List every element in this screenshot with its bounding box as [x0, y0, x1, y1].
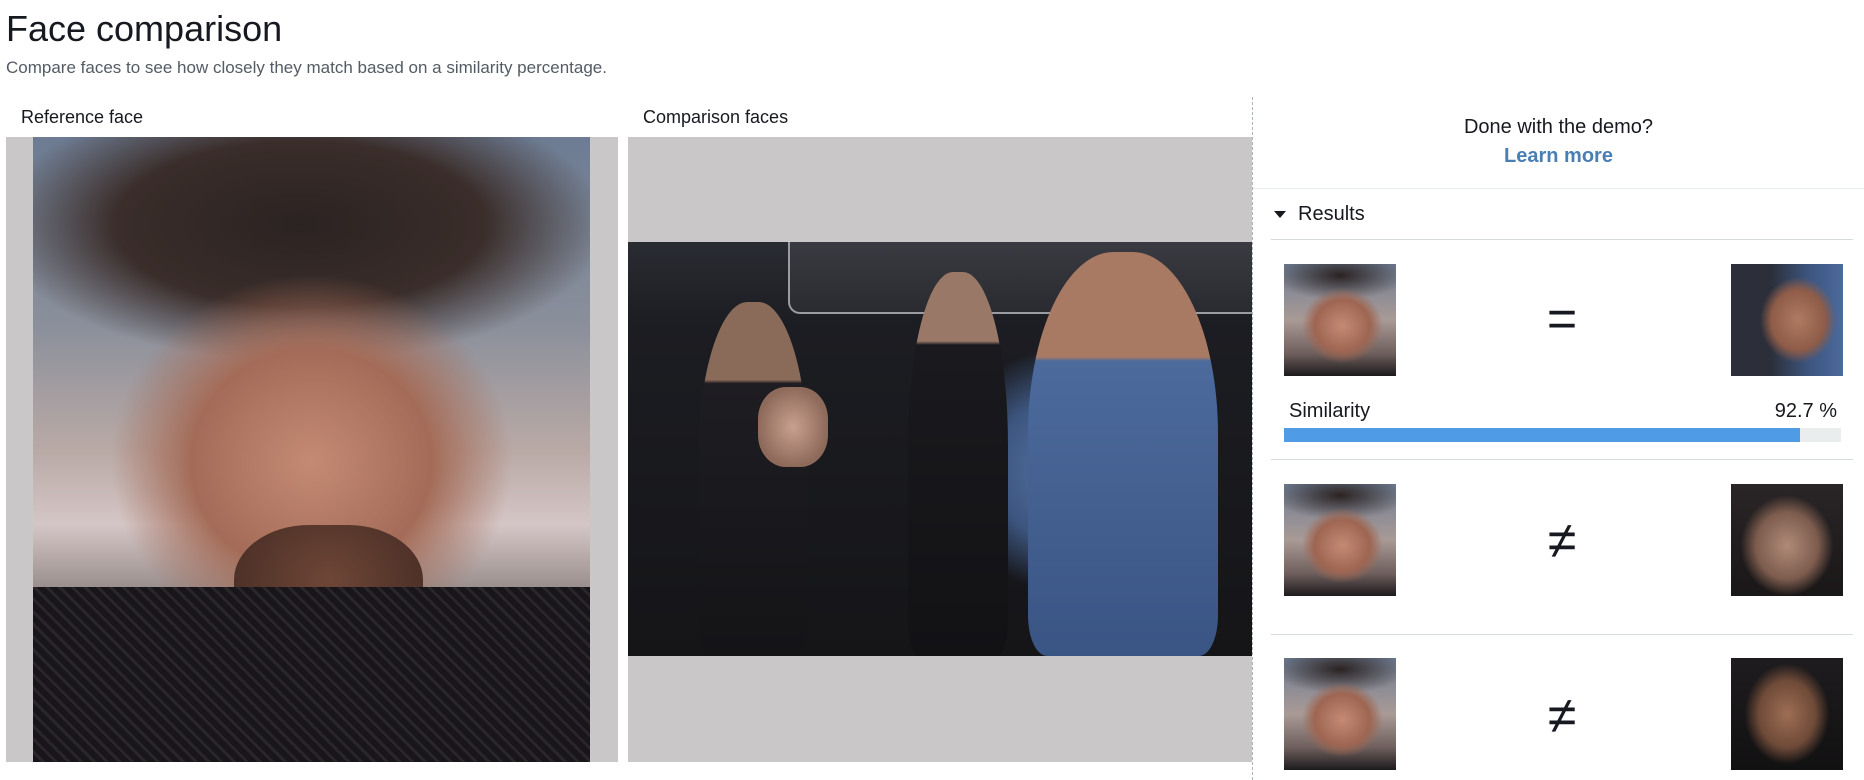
- comparison-faces-image: [628, 242, 1252, 656]
- reference-face-thumbnail: [1284, 264, 1396, 376]
- reference-image-frame: [6, 137, 618, 762]
- equals-icon: =: [1546, 290, 1578, 348]
- divider: [1271, 634, 1853, 635]
- divider: [1271, 239, 1853, 240]
- comparison-face-thumbnail: [1731, 658, 1843, 770]
- reference-face-image: [33, 137, 590, 762]
- comparison-face-thumbnail: [1731, 484, 1843, 596]
- results-label: Results: [1298, 203, 1365, 225]
- similarity-value: 92.7 %: [1774, 400, 1837, 422]
- reference-face-label: Reference face: [21, 107, 144, 127]
- panel-divider: [1252, 97, 1253, 780]
- caret-down-icon: [1274, 211, 1286, 218]
- comparison-image-frame: [628, 137, 1252, 762]
- comparison-faces-label: Comparison faces: [643, 107, 789, 127]
- not-equal-icon: ≠: [1547, 687, 1577, 745]
- page-title: Face comparison: [6, 8, 283, 49]
- not-equal-icon: ≠: [1547, 512, 1577, 570]
- learn-more-link[interactable]: Learn more: [1253, 145, 1864, 168]
- face-comparison-page: Face comparison Compare faces to see how…: [0, 0, 1864, 780]
- comparison-face-thumbnail: [1731, 264, 1843, 376]
- done-with-demo-text: Done with the demo?: [1463, 116, 1653, 138]
- similarity-progress-bar: [1284, 428, 1841, 442]
- page-subtitle: Compare faces to see how closely they ma…: [6, 58, 607, 77]
- results-toggle[interactable]: Results: [1274, 203, 1365, 226]
- divider: [1253, 188, 1864, 189]
- reference-face-thumbnail: [1284, 658, 1396, 770]
- similarity-progress-fill: [1284, 428, 1801, 442]
- similarity-label: Similarity: [1289, 400, 1371, 422]
- divider: [1271, 459, 1853, 460]
- reference-face-thumbnail: [1284, 484, 1396, 596]
